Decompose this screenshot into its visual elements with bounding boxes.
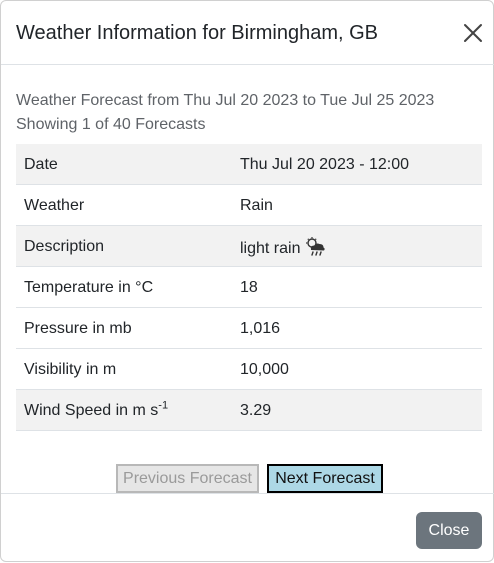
wind-speed-label-cell: Wind Speed in m s-1 (24, 399, 169, 421)
wind-speed-label: Wind Speed in m s (24, 402, 159, 419)
temperature-value: 18 (240, 279, 258, 296)
forecast-range-text: Weather Forecast from Thu Jul 20 2023 to… (16, 92, 435, 109)
weather-modal: Weather Information for Birmingham, GB W… (0, 0, 494, 562)
modal-title: Weather Information for Birmingham, GB (16, 22, 378, 44)
light-rain-icon (306, 237, 326, 256)
forecast-count-text: Showing 1 of 40 Forecasts (16, 116, 206, 133)
visibility-label: Visibility in m (24, 361, 117, 378)
pressure-label: Pressure in mb (24, 320, 132, 337)
wind-speed-unit-exponent: -1 (158, 399, 169, 412)
modal-header: Weather Information for Birmingham, GB (1, 1, 494, 65)
close-icon[interactable] (462, 22, 484, 44)
table-row-date: Date Thu Jul 20 2023 - 12:00 (16, 144, 482, 185)
modal-footer: Close (1, 493, 494, 563)
table-row-weather: Weather Rain (16, 185, 482, 226)
date-label: Date (24, 156, 58, 173)
description-value-cell: light rain (240, 237, 326, 259)
date-value: Thu Jul 20 2023 - 12:00 (240, 156, 410, 173)
wind-speed-value: 3.29 (240, 402, 272, 419)
table-row-description: Description light rain (16, 226, 482, 267)
temperature-label: Temperature in °C (24, 279, 154, 296)
previous-forecast-button[interactable]: Previous Forecast (116, 464, 259, 493)
pressure-value: 1,016 (240, 320, 281, 337)
description-label: Description (24, 238, 105, 255)
table-row-temperature: Temperature in °C 18 (16, 267, 482, 308)
close-button[interactable]: Close (416, 512, 482, 549)
table-row-pressure: Pressure in mb 1,016 (16, 308, 482, 349)
weather-info-table: Date Thu Jul 20 2023 - 12:00 Weather Rai… (16, 144, 482, 431)
weather-label: Weather (24, 197, 85, 214)
table-row-wind-speed: Wind Speed in m s-1 3.29 (16, 390, 482, 431)
next-forecast-button[interactable]: Next Forecast (267, 464, 383, 493)
weather-value: Rain (240, 197, 273, 214)
visibility-value: 10,000 (240, 361, 289, 378)
description-value: light rain (240, 240, 301, 257)
table-row-visibility: Visibility in m 10,000 (16, 349, 482, 390)
